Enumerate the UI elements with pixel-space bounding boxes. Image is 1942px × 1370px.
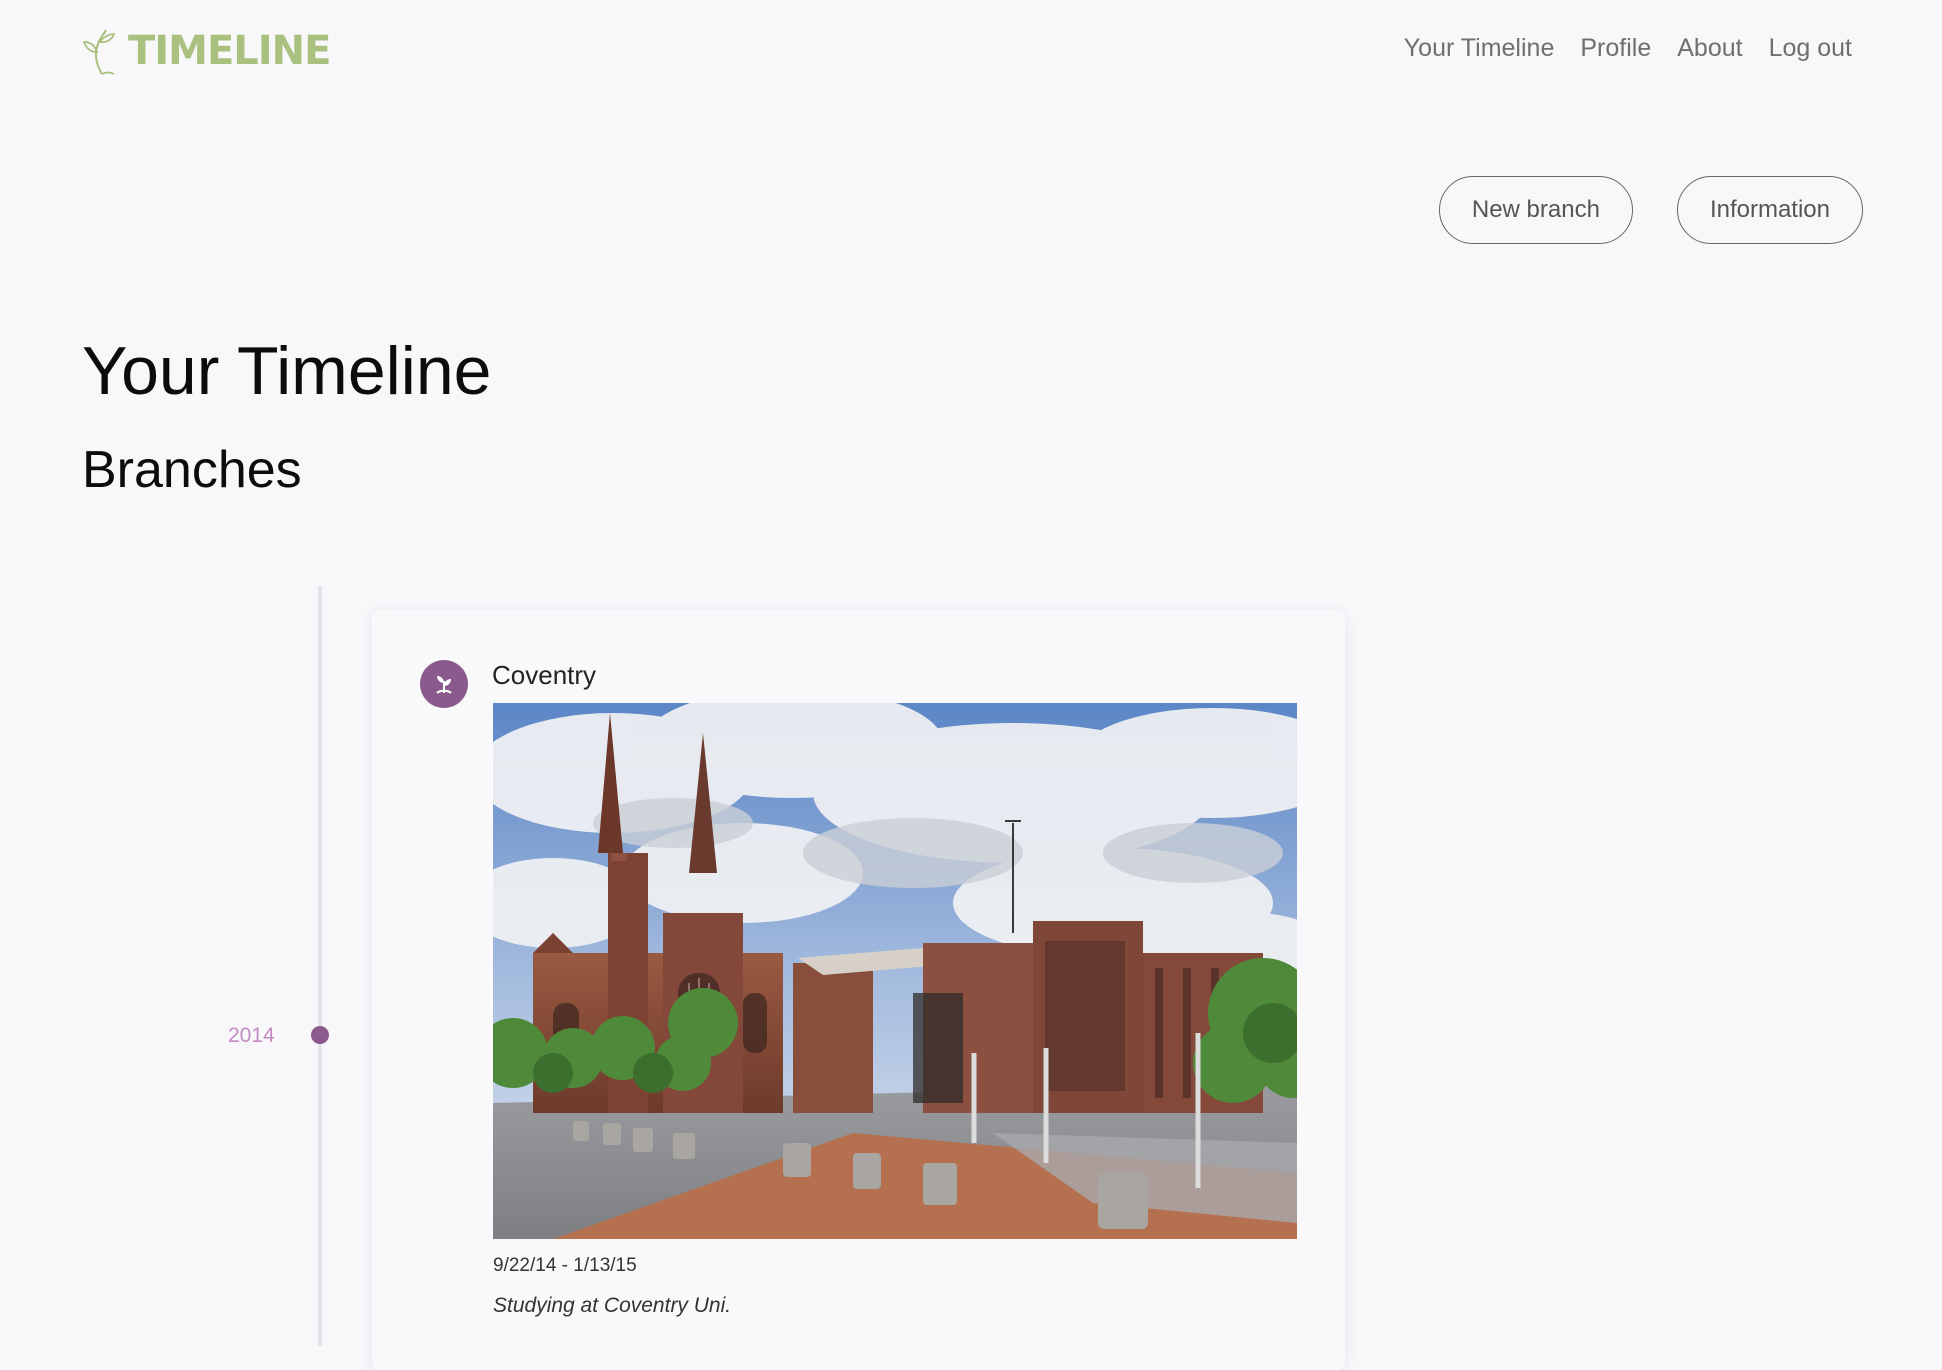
nav-about[interactable]: About	[1677, 34, 1742, 63]
nav-log-out[interactable]: Log out	[1769, 34, 1852, 63]
logo[interactable]: TIMELINE	[82, 26, 331, 76]
sprout-logo-icon	[82, 29, 116, 75]
brand-name: TIMELINE	[128, 28, 331, 74]
information-button[interactable]: Information	[1676, 176, 1863, 244]
timeline-marker[interactable]	[311, 1026, 329, 1044]
branch-title: Coventry	[492, 660, 597, 690]
branch-dates: 9/22/14 - 1/13/15	[493, 1255, 637, 1276]
section-title: Branches	[82, 441, 302, 499]
branch-card[interactable]: Coventry 9/22/14 - 1/13/15 Studying at C…	[372, 610, 1345, 1370]
action-bar: New branch Information	[1438, 176, 1863, 244]
new-branch-button[interactable]: New branch	[1438, 176, 1633, 244]
nav-profile[interactable]: Profile	[1580, 34, 1651, 63]
main-nav: Your Timeline Profile About Log out	[1404, 34, 1852, 63]
sprout-icon	[420, 660, 468, 708]
page-title: Your Timeline	[82, 333, 492, 409]
header: TIMELINE Your Timeline Profile About Log…	[0, 0, 1942, 100]
branch-description: Studying at Coventry Uni.	[493, 1294, 732, 1317]
timeline-year-label: 2014	[228, 1024, 275, 1047]
nav-your-timeline[interactable]: Your Timeline	[1404, 34, 1555, 63]
timeline-axis	[318, 586, 322, 1346]
branch-photo	[493, 703, 1297, 1239]
